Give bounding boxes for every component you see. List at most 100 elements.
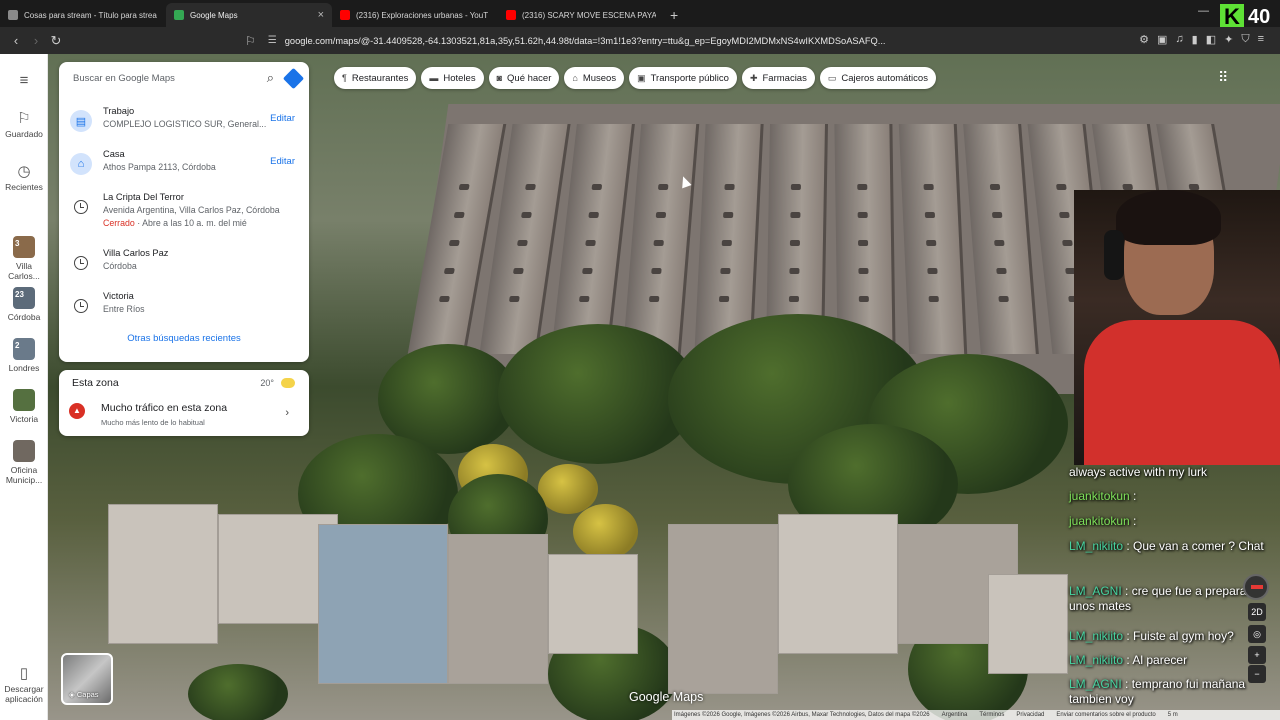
- puzzle-icon[interactable]: ⚙: [1139, 33, 1149, 46]
- toggle-2d-button[interactable]: 2D: [1248, 603, 1266, 621]
- recent-subtitle: COMPLEJO LOGISTICO SUR, General...: [103, 119, 267, 129]
- roof-vent: [857, 184, 868, 190]
- roof-vent: [857, 212, 868, 218]
- temperature: 20°: [260, 378, 274, 388]
- browser-tab[interactable]: (2316) Exploraciones urbanas - YouT: [332, 3, 498, 27]
- roof-vent: [998, 296, 1009, 302]
- my-location-icon[interactable]: ◎: [1248, 625, 1266, 643]
- category-chip[interactable]: ✚ Farmacias: [741, 67, 815, 89]
- search-icon[interactable]: ⌕: [267, 70, 274, 86]
- chat-message: juankitokun :: [1069, 489, 1269, 504]
- rail-recent-place[interactable]: Victoria: [0, 389, 48, 424]
- saved-label: Guardado: [5, 129, 43, 139]
- rail-recent-place[interactable]: 23 Córdoba: [0, 287, 48, 322]
- chevron-right-icon[interactable]: ›: [285, 407, 289, 419]
- category-chip[interactable]: ▣ Transporte público: [629, 67, 737, 89]
- browser-tab[interactable]: Google Maps ×: [166, 3, 332, 27]
- briefcase-icon: ▤: [70, 110, 92, 132]
- ai-icon[interactable]: ✦: [1224, 33, 1233, 46]
- recent-button[interactable]: ◷ Recientes: [0, 162, 48, 192]
- shield-icon[interactable]: ⛉: [1241, 33, 1249, 46]
- recent-search-item[interactable]: Villa Carlos Paz Córdoba: [59, 248, 309, 271]
- credit-item: Imágenes ©2026 Google, Imágenes ©2026 Ai…: [674, 712, 930, 718]
- search-box[interactable]: Buscar en Google Maps ⌕: [59, 62, 309, 94]
- wallet-icon[interactable]: ◧: [1206, 33, 1216, 46]
- edit-link[interactable]: Editar: [270, 113, 295, 124]
- browser-tab[interactable]: Cosas para stream - Título para strea: [0, 3, 166, 27]
- roof-vent: [438, 296, 450, 302]
- chat-message: LM_AGNI : temprano fui mañana tambien vo…: [1069, 677, 1269, 707]
- zoom-in-button[interactable]: +: [1248, 646, 1266, 664]
- roof-vent: [443, 268, 455, 274]
- recent-title: La Cripta Del Terror: [103, 192, 184, 202]
- category-chip[interactable]: ▬ Hoteles: [421, 67, 484, 89]
- tab-title: Google Maps: [190, 10, 238, 20]
- category-chip[interactable]: ⌂ Museos: [564, 67, 625, 89]
- music-icon[interactable]: ♫: [1175, 33, 1183, 46]
- download-app-button[interactable]: ▯ Descargar aplicación: [0, 664, 48, 704]
- credit-item[interactable]: 5 m: [1168, 712, 1178, 718]
- zoom-out-button[interactable]: −: [1248, 665, 1266, 683]
- bookmark-icon[interactable]: ⚐: [245, 34, 256, 48]
- back-icon[interactable]: ‹: [6, 33, 26, 48]
- roof-vent: [648, 296, 660, 302]
- directions-icon[interactable]: [282, 67, 305, 89]
- screenshot-icon[interactable]: ▣: [1157, 33, 1167, 46]
- roof-vent: [789, 240, 800, 246]
- roof-vent: [724, 184, 735, 190]
- roof-vent: [718, 296, 730, 302]
- credit-item[interactable]: Privacidad: [1016, 712, 1044, 718]
- rail-recent-place[interactable]: Oficina Municip...: [0, 440, 48, 485]
- roof-vent: [723, 212, 734, 218]
- apps-grid-icon[interactable]: ⠿: [1218, 69, 1228, 86]
- credit-item[interactable]: Términos: [979, 712, 1004, 718]
- url-bar[interactable]: ⚐ ☰ google.com/maps/@-31.4409528,-64.130…: [245, 30, 993, 51]
- layers-label: ◈ Capas: [69, 690, 99, 699]
- browser-tab[interactable]: (2316) SCARY MOVE ESCENA PAYASO: [498, 3, 664, 27]
- menu-icon[interactable]: ≡: [1258, 33, 1264, 46]
- forward-icon[interactable]: ›: [26, 33, 46, 48]
- roof-vent: [588, 212, 600, 218]
- tab-favicon-icon: [506, 10, 516, 20]
- minimize-button[interactable]: —: [1198, 5, 1209, 17]
- saved-button[interactable]: ⚐ Guardado: [0, 109, 48, 139]
- new-tab-button[interactable]: +: [670, 7, 678, 23]
- search-input[interactable]: Buscar en Google Maps: [73, 73, 267, 84]
- roof-section: [898, 124, 968, 354]
- recent-search-item[interactable]: ⌂ Casa Athos Pampa 2113, Córdoba Editar: [59, 149, 309, 175]
- tree: [188, 664, 288, 720]
- site-info-icon[interactable]: ☰: [268, 35, 277, 46]
- tab-title: (2316) SCARY MOVE ESCENA PAYASO: [522, 10, 656, 20]
- traffic-alert-icon: ▲: [69, 403, 85, 419]
- recent-search-item[interactable]: ▤ Trabajo COMPLEJO LOGISTICO SUR, General…: [59, 106, 309, 132]
- sidebar-icon[interactable]: ▮: [1192, 33, 1198, 46]
- clock-icon: [74, 299, 88, 313]
- hamburger-menu-icon[interactable]: ≡: [0, 72, 48, 91]
- roof-vent: [927, 268, 938, 274]
- area-info-card[interactable]: Esta zona 20° ▲ Mucho tráfico en esta zo…: [59, 370, 309, 436]
- rail-recent-place[interactable]: 2 Londres: [0, 338, 48, 373]
- browser-tab-bar: Cosas para stream - Título para strea Go…: [0, 0, 1280, 27]
- compass-icon[interactable]: [1243, 574, 1269, 600]
- credit-item[interactable]: Enviar comentarios sobre el producto: [1056, 712, 1155, 718]
- category-chip[interactable]: ▭ Cajeros automáticos: [819, 67, 936, 89]
- edit-link[interactable]: Editar: [270, 156, 295, 167]
- chat-text: always active with my lurk: [1069, 465, 1208, 479]
- roof-vent: [790, 212, 801, 218]
- layers-button[interactable]: ◈ Capas: [61, 653, 113, 705]
- recent-search-item[interactable]: Victoria Entre Ríos: [59, 291, 309, 314]
- place-label: Victoria: [9, 414, 39, 424]
- rail-recent-place[interactable]: 3 Villa Carlos...: [0, 236, 48, 281]
- close-tab-icon[interactable]: ×: [318, 9, 324, 21]
- credit-item[interactable]: Argentina: [942, 712, 968, 718]
- tab-title: Cosas para stream - Título para strea: [24, 10, 157, 20]
- opening-hours: · Abre a las 10 a. m. del mié: [134, 218, 247, 228]
- category-chip[interactable]: ◙ Qué hacer: [488, 67, 560, 89]
- roof-vent: [924, 212, 936, 218]
- more-recent-searches-link[interactable]: Otras búsquedas recientes: [59, 333, 309, 344]
- category-chip[interactable]: ¶ Restaurantes: [334, 67, 417, 89]
- roof-vent: [1056, 184, 1067, 190]
- recent-search-item[interactable]: La Cripta Del Terror Avenida Argentina, V…: [59, 192, 309, 228]
- reload-icon[interactable]: ↻: [46, 33, 66, 49]
- chat-text: :: [1129, 514, 1137, 528]
